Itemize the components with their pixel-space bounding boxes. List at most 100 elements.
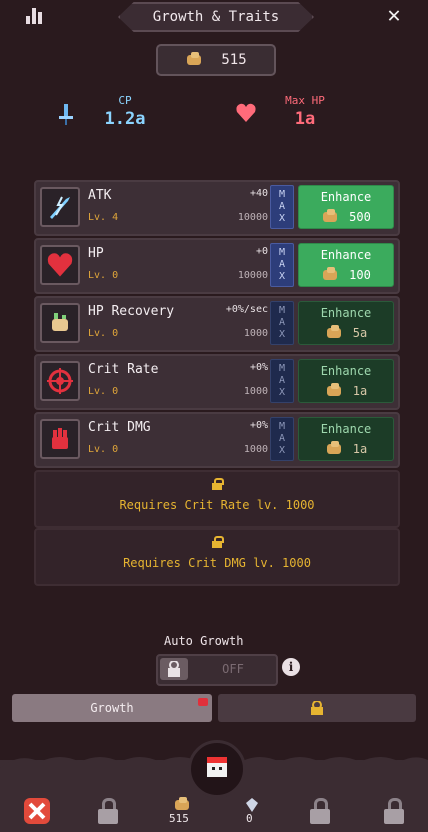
cp-value: 1.2a <box>104 109 146 129</box>
tab-growth[interactable]: Growth <box>12 694 212 722</box>
locked-nav-item[interactable] <box>376 796 412 826</box>
row-name: HP Recovery <box>88 304 175 319</box>
row-max-level: 1000 <box>243 444 268 455</box>
max-letter: X <box>278 387 286 398</box>
max-hp-label: Max HP <box>285 94 325 107</box>
row-bonus: +0%/sec <box>225 304 268 315</box>
gem-count: 0 <box>246 812 253 825</box>
lightning-sword-icon <box>40 187 80 227</box>
row-max-level: 1000 <box>243 328 268 339</box>
auto-growth-toggle[interactable]: OFF <box>156 654 278 686</box>
crit-hand-icon <box>40 419 80 459</box>
max-button[interactable]: M A X <box>270 301 294 345</box>
bread-coin-icon <box>325 440 343 458</box>
row-level: Lv. 0 <box>88 386 119 397</box>
enhance-cost: 5a <box>352 326 368 340</box>
row-level: Lv. 0 <box>88 444 119 455</box>
locked-upgrade-row: Requires Crit DMG lv. 1000 <box>34 528 400 586</box>
bar-chart-icon[interactable] <box>26 6 44 24</box>
currency-display: 515 <box>156 44 276 76</box>
enhance-label: Enhance <box>320 364 372 378</box>
padlock-icon <box>97 798 119 824</box>
row-name: Crit DMG <box>88 420 151 435</box>
max-letter: M <box>278 305 286 316</box>
bread-coin-icon <box>325 382 343 400</box>
max-button[interactable]: M A X <box>270 185 294 229</box>
upgrade-row-crit-rate: Crit Rate Lv. 0 +0% 1000 M A X Enhance 1… <box>34 354 400 410</box>
close-red-icon[interactable] <box>18 796 54 826</box>
enhance-label: Enhance <box>320 422 372 436</box>
max-letter: X <box>278 329 286 340</box>
locked-nav-item[interactable] <box>90 796 126 826</box>
row-level: Lv. 0 <box>88 270 119 281</box>
enhance-button[interactable]: Enhance 100 <box>298 243 394 287</box>
enhance-button[interactable]: Enhance 5a <box>298 301 394 345</box>
max-letter: A <box>278 375 286 386</box>
lock-icon <box>211 478 224 490</box>
lock-requirement: Requires Crit Rate lv. 1000 <box>119 498 315 512</box>
enhance-cost: 500 <box>349 210 371 224</box>
bread-coin-icon <box>321 266 339 284</box>
upgrade-row-crit-dmg: Crit DMG Lv. 0 +0% 1000 M A X Enhance 1a <box>34 412 400 468</box>
row-level: Lv. 4 <box>88 212 119 223</box>
row-max-level: 1000 <box>243 386 268 397</box>
info-icon[interactable]: i <box>282 658 300 676</box>
enhance-button[interactable]: Enhance 1a <box>298 417 394 461</box>
padlock-icon <box>383 798 405 824</box>
max-letter: X <box>278 213 286 224</box>
lock-icon <box>160 658 188 680</box>
max-letter: A <box>278 259 286 270</box>
max-hp-stat: Max HP 1a <box>250 94 360 129</box>
max-letter: A <box>278 433 286 444</box>
row-name: Crit Rate <box>88 362 159 377</box>
max-hp-value: 1a <box>294 109 316 129</box>
cp-stat: CP 1.2a <box>70 94 180 129</box>
crosshair-icon <box>40 361 80 401</box>
bread-coin-icon <box>321 208 339 226</box>
lock-icon <box>211 536 224 548</box>
max-letter: X <box>278 271 286 282</box>
max-letter: M <box>278 247 286 258</box>
locked-upgrade-row: Requires Crit Rate lv. 1000 <box>34 470 400 528</box>
row-name: HP <box>88 246 104 261</box>
enhance-cost: 1a <box>352 442 368 456</box>
bread-coin-icon <box>325 324 343 342</box>
coin-count: 515 <box>169 812 189 825</box>
padlock-icon <box>309 798 331 824</box>
tab-locked[interactable] <box>218 694 416 722</box>
upgrade-row-atk: ATK Lv. 4 +40 10000 M A X Enhance 500 <box>34 180 400 236</box>
max-letter: A <box>278 201 286 212</box>
max-button[interactable]: M A X <box>270 417 294 461</box>
row-max-level: 10000 <box>237 270 268 281</box>
close-icon[interactable]: ✕ <box>382 4 406 28</box>
row-name: ATK <box>88 188 112 203</box>
max-letter: X <box>278 445 286 456</box>
bread-coin-icon <box>185 51 203 69</box>
enhance-button[interactable]: Enhance 1a <box>298 359 394 403</box>
enhance-label: Enhance <box>320 306 372 320</box>
upgrade-row-hp: HP Lv. 0 +0 10000 M A X Enhance 100 <box>34 238 400 294</box>
page-title: Growth & Traits <box>118 2 314 32</box>
max-letter: M <box>278 363 286 374</box>
row-level: Lv. 0 <box>88 328 119 339</box>
auto-growth-label: Auto Growth <box>164 634 244 648</box>
upgrade-row-hp-recovery: HP Recovery Lv. 0 +0%/sec 1000 M A X Enh… <box>34 296 400 352</box>
row-bonus: +0 <box>255 246 268 257</box>
heart-icon <box>40 245 80 285</box>
row-bonus: +0% <box>249 420 268 431</box>
tab-growth-label: Growth <box>90 701 134 715</box>
enhance-button[interactable]: Enhance 500 <box>298 185 394 229</box>
row-bonus: +0% <box>249 362 268 373</box>
max-button[interactable]: M A X <box>270 359 294 403</box>
enhance-label: Enhance <box>320 190 372 204</box>
currency-amount: 515 <box>221 52 247 68</box>
healing-hand-icon <box>40 303 80 343</box>
enhance-cost: 1a <box>352 384 368 398</box>
lock-requirement: Requires Crit DMG lv. 1000 <box>123 556 311 570</box>
lock-icon <box>311 701 323 715</box>
max-letter: A <box>278 317 286 328</box>
gem-icon <box>246 798 258 812</box>
max-button[interactable]: M A X <box>270 243 294 287</box>
locked-nav-item[interactable] <box>302 796 338 826</box>
enhance-cost: 100 <box>349 268 371 282</box>
